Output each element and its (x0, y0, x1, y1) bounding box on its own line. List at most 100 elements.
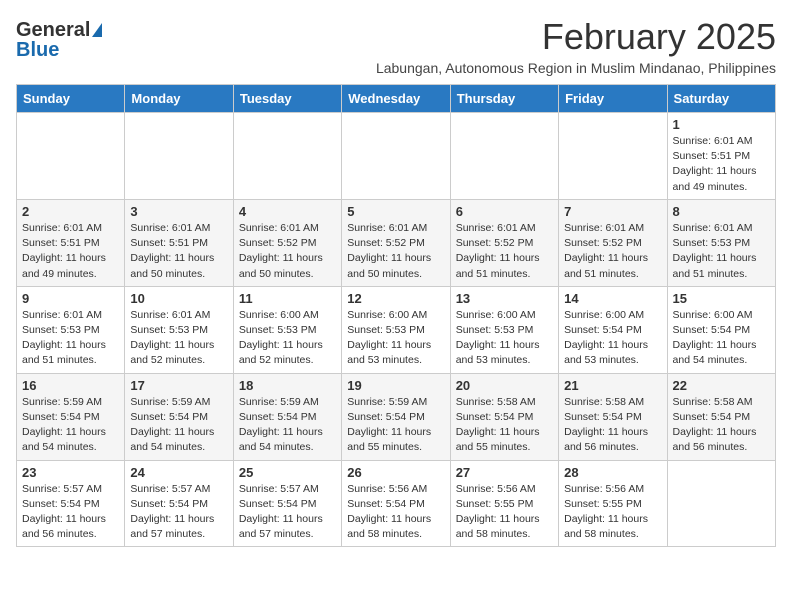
day-info: Sunrise: 5:58 AM Sunset: 5:54 PM Dayligh… (456, 395, 553, 456)
calendar-week-row: 1Sunrise: 6:01 AM Sunset: 5:51 PM Daylig… (17, 113, 776, 200)
day-info: Sunrise: 6:01 AM Sunset: 5:52 PM Dayligh… (564, 221, 661, 282)
calendar-cell: 8Sunrise: 6:01 AM Sunset: 5:53 PM Daylig… (667, 199, 775, 286)
calendar-cell: 3Sunrise: 6:01 AM Sunset: 5:51 PM Daylig… (125, 199, 233, 286)
calendar-cell: 19 Sunrise: 5:59 AM Sunset: 5:54 PM Dayli… (342, 373, 450, 460)
calendar-cell: 12 Sunrise: 6:00 AM Sunset: 5:53 PM Dayli… (342, 286, 450, 373)
calendar-week-row: 9 Sunrise: 6:01 AM Sunset: 5:53 PM Daylig… (17, 286, 776, 373)
day-info: Sunrise: 5:57 AM Sunset: 5:54 PM Dayligh… (130, 482, 227, 543)
calendar-cell: 2 Sunrise: 6:01 AM Sunset: 5:51 PM Daylig… (17, 199, 125, 286)
calendar-cell: 28 Sunrise: 5:56 AM Sunset: 5:55 PM Dayli… (559, 460, 667, 547)
calendar-cell (342, 113, 450, 200)
day-number: 3 (130, 204, 227, 219)
day-number: 15 (673, 291, 770, 306)
day-number: 20 (456, 378, 553, 393)
day-info: Sunrise: 6:01 AM Sunset: 5:53 PM Dayligh… (130, 308, 227, 369)
day-number: 26 (347, 465, 444, 480)
day-number: 22 (673, 378, 770, 393)
day-info: Sunrise: 5:58 AM Sunset: 5:54 PM Dayligh… (673, 395, 770, 456)
calendar-cell: 24 Sunrise: 5:57 AM Sunset: 5:54 PM Dayli… (125, 460, 233, 547)
month-year-title: February 2025 (376, 16, 776, 58)
day-info: Sunrise: 5:59 AM Sunset: 5:54 PM Dayligh… (130, 395, 227, 456)
calendar-cell (17, 113, 125, 200)
day-info: Sunrise: 5:56 AM Sunset: 5:54 PM Dayligh… (347, 482, 444, 543)
day-info: Sunrise: 5:59 AM Sunset: 5:54 PM Dayligh… (347, 395, 444, 456)
day-info: Sunrise: 6:01 AM Sunset: 5:53 PM Dayligh… (22, 308, 119, 369)
calendar-cell: 9 Sunrise: 6:01 AM Sunset: 5:53 PM Daylig… (17, 286, 125, 373)
day-number: 6 (456, 204, 553, 219)
day-info: Sunrise: 6:01 AM Sunset: 5:51 PM Dayligh… (22, 221, 119, 282)
day-info: Sunrise: 5:57 AM Sunset: 5:54 PM Dayligh… (22, 482, 119, 543)
day-number: 5 (347, 204, 444, 219)
calendar-week-row: 23 Sunrise: 5:57 AM Sunset: 5:54 PM Dayli… (17, 460, 776, 547)
calendar-cell: 5 Sunrise: 6:01 AM Sunset: 5:52 PM Daylig… (342, 199, 450, 286)
calendar-cell: 27 Sunrise: 5:56 AM Sunset: 5:55 PM Dayli… (450, 460, 558, 547)
day-number: 28 (564, 465, 661, 480)
calendar-cell: 18 Sunrise: 5:59 AM Sunset: 5:54 PM Dayli… (233, 373, 341, 460)
day-info: Sunrise: 5:58 AM Sunset: 5:54 PM Dayligh… (564, 395, 661, 456)
day-info: Sunrise: 6:00 AM Sunset: 5:53 PM Dayligh… (347, 308, 444, 369)
day-number: 19 (347, 378, 444, 393)
day-number: 21 (564, 378, 661, 393)
day-number: 27 (456, 465, 553, 480)
page-header: General Blue February 2025 Labungan, Aut… (16, 16, 776, 76)
column-header-wednesday: Wednesday (342, 85, 450, 113)
calendar-cell: 20 Sunrise: 5:58 AM Sunset: 5:54 PM Dayli… (450, 373, 558, 460)
calendar-cell: 10 Sunrise: 6:01 AM Sunset: 5:53 PM Dayli… (125, 286, 233, 373)
calendar-cell: 17Sunrise: 5:59 AM Sunset: 5:54 PM Dayli… (125, 373, 233, 460)
calendar-cell (125, 113, 233, 200)
calendar-cell: 7Sunrise: 6:01 AM Sunset: 5:52 PM Daylig… (559, 199, 667, 286)
calendar-cell: 1Sunrise: 6:01 AM Sunset: 5:51 PM Daylig… (667, 113, 775, 200)
location-subtitle: Labungan, Autonomous Region in Muslim Mi… (376, 60, 776, 76)
calendar-cell: 15Sunrise: 6:00 AM Sunset: 5:54 PM Dayli… (667, 286, 775, 373)
day-info: Sunrise: 5:56 AM Sunset: 5:55 PM Dayligh… (564, 482, 661, 543)
column-header-friday: Friday (559, 85, 667, 113)
day-info: Sunrise: 6:00 AM Sunset: 5:54 PM Dayligh… (564, 308, 661, 369)
calendar-cell: 22 Sunrise: 5:58 AM Sunset: 5:54 PM Dayli… (667, 373, 775, 460)
calendar-cell: 13 Sunrise: 6:00 AM Sunset: 5:53 PM Dayli… (450, 286, 558, 373)
day-number: 10 (130, 291, 227, 306)
calendar-cell: 11 Sunrise: 6:00 AM Sunset: 5:53 PM Dayli… (233, 286, 341, 373)
day-number: 16 (22, 378, 119, 393)
day-number: 23 (22, 465, 119, 480)
day-info: Sunrise: 5:56 AM Sunset: 5:55 PM Dayligh… (456, 482, 553, 543)
day-number: 18 (239, 378, 336, 393)
day-number: 24 (130, 465, 227, 480)
day-number: 13 (456, 291, 553, 306)
calendar-cell: 23 Sunrise: 5:57 AM Sunset: 5:54 PM Dayli… (17, 460, 125, 547)
logo-triangle-icon (92, 23, 102, 37)
calendar-cell: 6Sunrise: 6:01 AM Sunset: 5:52 PM Daylig… (450, 199, 558, 286)
calendar-table: SundayMondayTuesdayWednesdayThursdayFrid… (16, 84, 776, 547)
day-number: 2 (22, 204, 119, 219)
calendar-header-row: SundayMondayTuesdayWednesdayThursdayFrid… (17, 85, 776, 113)
column-header-monday: Monday (125, 85, 233, 113)
day-number: 11 (239, 291, 336, 306)
calendar-week-row: 2 Sunrise: 6:01 AM Sunset: 5:51 PM Daylig… (17, 199, 776, 286)
calendar-cell (450, 113, 558, 200)
day-info: Sunrise: 5:59 AM Sunset: 5:54 PM Dayligh… (239, 395, 336, 456)
day-number: 14 (564, 291, 661, 306)
column-header-sunday: Sunday (17, 85, 125, 113)
day-info: Sunrise: 6:01 AM Sunset: 5:52 PM Dayligh… (347, 221, 444, 282)
logo: General Blue (16, 20, 102, 60)
logo-general-text: General (16, 20, 90, 40)
day-info: Sunrise: 6:00 AM Sunset: 5:53 PM Dayligh… (239, 308, 336, 369)
day-number: 9 (22, 291, 119, 306)
day-number: 1 (673, 117, 770, 132)
day-info: Sunrise: 6:00 AM Sunset: 5:53 PM Dayligh… (456, 308, 553, 369)
calendar-cell: 4 Sunrise: 6:01 AM Sunset: 5:52 PM Daylig… (233, 199, 341, 286)
calendar-cell: 25 Sunrise: 5:57 AM Sunset: 5:54 PM Dayli… (233, 460, 341, 547)
day-number: 12 (347, 291, 444, 306)
calendar-cell: 16Sunrise: 5:59 AM Sunset: 5:54 PM Dayli… (17, 373, 125, 460)
calendar-cell: 26 Sunrise: 5:56 AM Sunset: 5:54 PM Dayli… (342, 460, 450, 547)
calendar-week-row: 16 Sunrise: 5:59 AM Sunset: 5:54 PM Dayli… (17, 373, 776, 460)
calendar-cell (667, 460, 775, 547)
day-number: 4 (239, 204, 336, 219)
day-number: 25 (239, 465, 336, 480)
day-number: 8 (673, 204, 770, 219)
logo-blue-text: Blue (16, 40, 59, 60)
day-info: Sunrise: 6:01 AM Sunset: 5:52 PM Dayligh… (239, 221, 336, 282)
title-block: February 2025 Labungan, Autonomous Regio… (376, 16, 776, 76)
column-header-tuesday: Tuesday (233, 85, 341, 113)
day-info: Sunrise: 5:57 AM Sunset: 5:54 PM Dayligh… (239, 482, 336, 543)
calendar-cell (233, 113, 341, 200)
